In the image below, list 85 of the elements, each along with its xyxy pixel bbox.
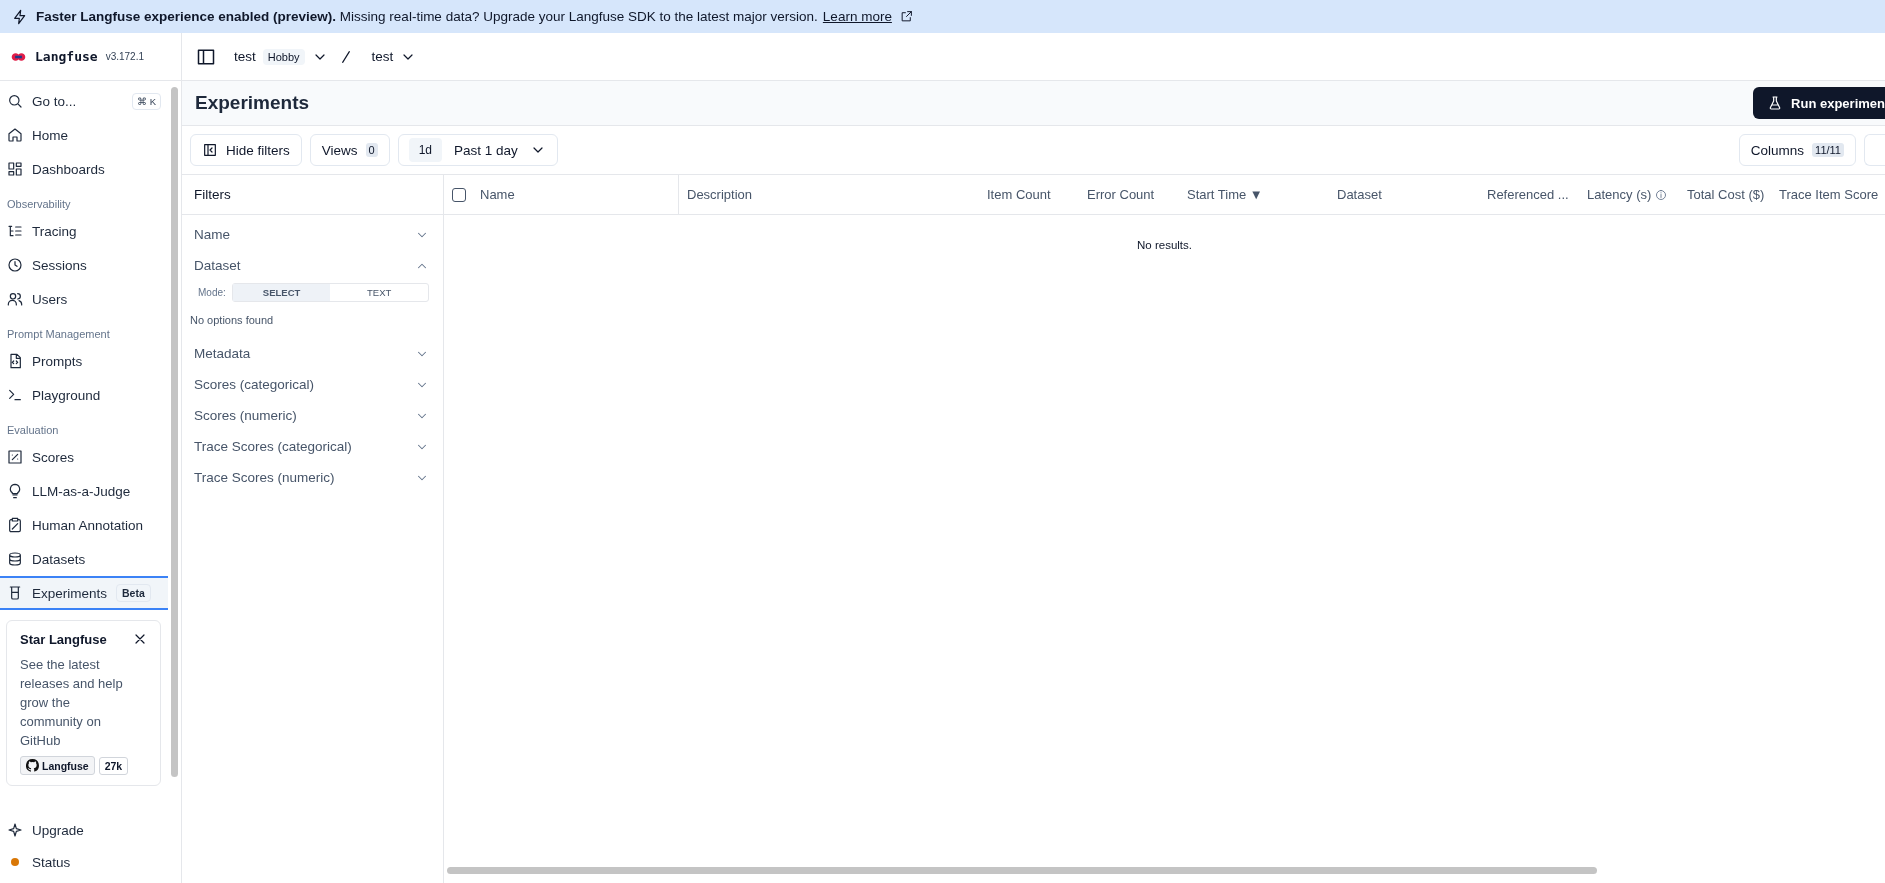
section-label: Prompt Management — [6, 327, 111, 342]
grid-icon — [7, 161, 23, 177]
filter-section-toggle[interactable]: Trace Scores (categorical) — [182, 431, 443, 462]
sidebar-item[interactable]: Playground — [0, 378, 168, 412]
page-title: Experiments — [195, 92, 310, 114]
filter-section-toggle[interactable]: Metadata — [182, 338, 443, 369]
sidebar-item[interactable]: Home — [0, 118, 168, 152]
views-count: 0 — [365, 143, 378, 157]
shortcut-hint: ⌘ K — [132, 92, 161, 110]
beta-badge: Beta — [116, 584, 151, 602]
mode-tab[interactable]: SELECT — [232, 284, 331, 301]
github-icon — [26, 759, 39, 772]
plan-badge: Hobby — [262, 48, 305, 65]
filter-section-toggle[interactable]: Name — [182, 219, 443, 250]
select-all-checkbox[interactable] — [452, 187, 466, 202]
breadcrumb-dropdown[interactable]: test — [371, 48, 417, 65]
columns-count: 11/11 — [1812, 143, 1844, 157]
clipboard-icon — [7, 517, 23, 533]
scrollbar[interactable] — [447, 867, 1597, 874]
column-header[interactable]: Dataset — [1337, 187, 1382, 202]
clock-icon — [7, 257, 23, 273]
sidebar-item[interactable]: Datasets — [0, 542, 168, 576]
column-header[interactable]: Referenced ... — [1487, 187, 1569, 202]
sidebar-item[interactable]: Experiments Beta — [0, 576, 168, 610]
mode-tab[interactable]: TEXT — [330, 284, 428, 301]
column-header[interactable]: Name — [480, 187, 515, 202]
database-icon — [7, 551, 23, 567]
date-range-picker[interactable]: 1d Past 1 day — [397, 134, 558, 166]
status-link[interactable]: Status — [0, 846, 168, 878]
promo-text: See the latest releases and help grow the community on GitHub — [20, 656, 124, 750]
sidebar-item[interactable]: Dashboards — [0, 152, 168, 186]
hide-filters-button[interactable]: Hide filters — [190, 134, 302, 166]
filter-section-toggle[interactable]: Scores (categorical) — [182, 369, 443, 400]
panel-left-icon — [202, 142, 218, 158]
terminal-icon — [7, 387, 23, 403]
breadcrumb-dropdown[interactable]: test Hobby — [234, 48, 328, 65]
column-header[interactable]: Trace Item Score — [1779, 187, 1879, 202]
filters-title: Filters — [182, 175, 443, 215]
version-label: v3.172.1 — [105, 51, 144, 62]
sidebar-item[interactable]: Tracing — [0, 214, 168, 248]
file-code-icon — [7, 353, 23, 369]
filter-section-toggle[interactable]: Dataset — [182, 250, 443, 281]
no-results-text: No results. — [1137, 239, 1192, 251]
sidebar-item[interactable]: Users — [0, 282, 168, 316]
beaker-icon — [7, 585, 23, 601]
go-to-search[interactable]: Go to... ⌘ K — [0, 84, 168, 118]
sparkle-icon — [7, 822, 23, 838]
search-icon — [7, 93, 23, 109]
square-percent-icon — [7, 449, 23, 465]
column-header[interactable]: Error Count — [1087, 187, 1155, 202]
home-icon — [7, 127, 23, 143]
column-header[interactable]: Total Cost ($) — [1687, 187, 1765, 202]
column-header[interactable]: Latency (s) — [1587, 187, 1652, 202]
filter-section-toggle[interactable]: Trace Scores (numeric) — [182, 462, 443, 493]
lightning-icon — [12, 8, 28, 25]
range-shortcut: 1d — [408, 138, 443, 162]
external-link-icon — [899, 10, 913, 23]
scrollbar[interactable] — [171, 87, 178, 777]
section-label: Evaluation — [6, 423, 60, 438]
mode-label: Mode: — [198, 287, 226, 298]
learn-more-link[interactable]: Learn more — [822, 9, 892, 24]
section-label: Observability — [6, 197, 72, 212]
promo-title: Star Langfuse — [20, 631, 107, 647]
upgrade-link[interactable]: Upgrade — [0, 814, 168, 846]
run-experiment-button[interactable]: Run experimen — [1753, 87, 1885, 119]
sidebar-item[interactable]: LLM-as-a-Judge — [0, 474, 168, 508]
empty-options-text: No options found — [189, 313, 275, 328]
views-button[interactable]: Views 0 — [309, 134, 390, 166]
sidebar-item[interactable]: Prompts — [0, 344, 168, 378]
sidebar-item[interactable]: Sessions — [0, 248, 168, 282]
column-header[interactable]: Item Count — [987, 187, 1051, 202]
column-header[interactable]: Start Time ▼ — [1187, 187, 1263, 202]
github-star-button[interactable]: Langfuse — [20, 756, 95, 775]
filter-section-toggle[interactable]: Scores (numeric) — [182, 400, 443, 431]
users-icon — [7, 291, 23, 307]
logo-icon — [10, 50, 27, 63]
sidebar-item[interactable]: Scores — [0, 440, 168, 474]
sidebar-item[interactable]: Human Annotation — [0, 508, 168, 542]
column-header[interactable]: Description — [687, 187, 753, 202]
brand-name: Langfuse — [35, 49, 98, 64]
banner-message: Faster Langfuse experience enabled (preview). Missing real-time data? Upgrade your Langfuse SDK to the latest major version. — [36, 9, 818, 24]
list-icon — [7, 223, 23, 239]
lightbulb-icon — [7, 483, 23, 499]
star-count: 27k — [98, 756, 129, 775]
columns-button[interactable]: Columns 11/11 — [1738, 134, 1856, 166]
